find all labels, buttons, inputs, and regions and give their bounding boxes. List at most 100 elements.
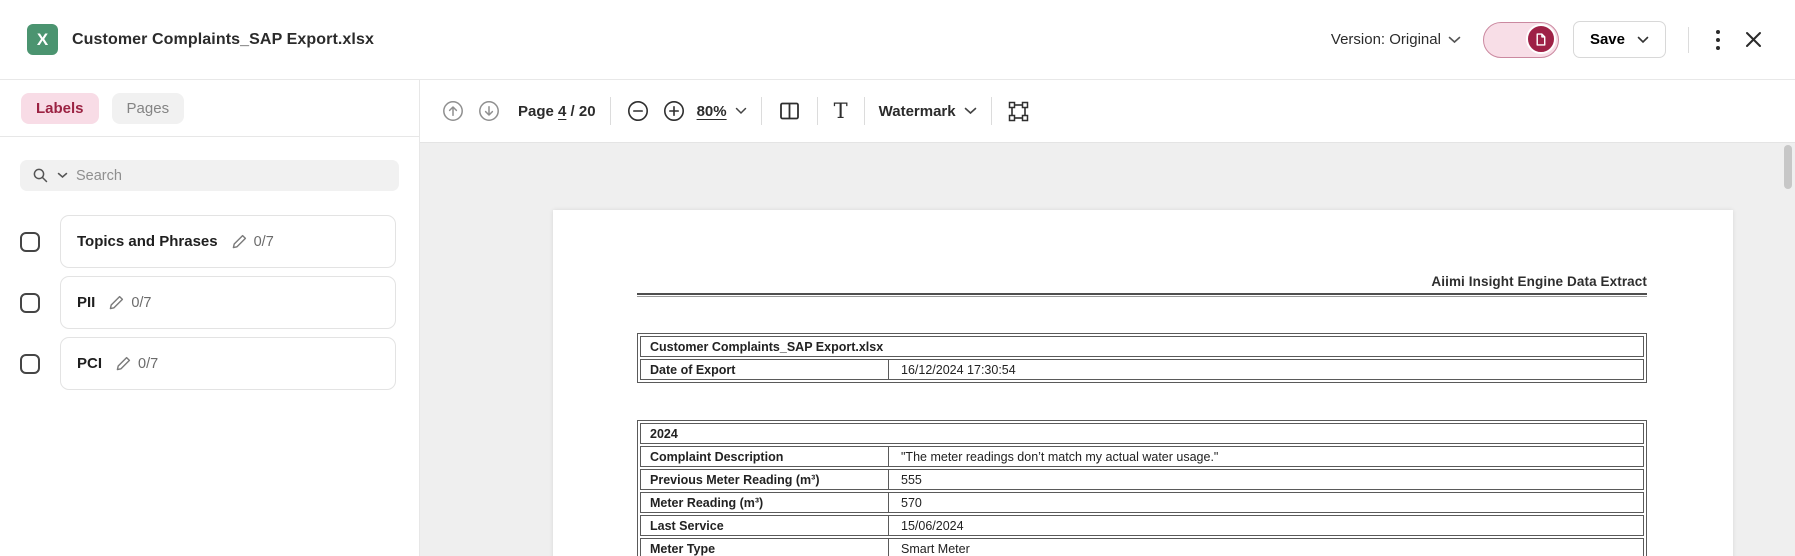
row-value: "The meter readings don’t match my actua… <box>889 447 1643 466</box>
export-info-table: Customer Complaints_SAP Export.xlsx Date… <box>637 333 1647 383</box>
toolbar-divider <box>761 97 762 125</box>
search-filter-chevron-icon[interactable] <box>57 172 68 179</box>
complaint-2024-table: 2024 Complaint Description "The meter re… <box>637 420 1647 556</box>
file-name: Customer Complaints_SAP Export.xlsx <box>72 31 374 49</box>
redaction-preview-toggle[interactable] <box>1483 22 1559 58</box>
tab-labels[interactable]: Labels <box>21 93 99 124</box>
label-row-topics-and-phrases: Topics and Phrases 0/7 <box>0 215 419 268</box>
checkbox-pci[interactable] <box>20 354 40 374</box>
close-button[interactable] <box>1739 25 1768 54</box>
label-card-pci[interactable]: PCI 0/7 <box>60 337 396 390</box>
table-row: Meter Reading (m³) 570 <box>640 492 1644 513</box>
table-title: 2024 <box>641 424 687 443</box>
row-value: 555 <box>889 470 1643 489</box>
row-value: Smart Meter <box>889 539 1643 556</box>
page-total: 20 <box>579 103 596 120</box>
table-row: Previous Meter Reading (m³) 555 <box>640 469 1644 490</box>
row-value: 15/06/2024 <box>889 516 1643 535</box>
row-label: Meter Type <box>641 539 889 556</box>
document-icon <box>1533 32 1548 47</box>
pen-icon <box>231 233 248 250</box>
two-page-layout-button[interactable] <box>776 98 803 124</box>
version-label: Version: Original <box>1331 31 1441 48</box>
row-label: Date of Export <box>641 360 889 379</box>
row-value: 570 <box>889 493 1643 512</box>
label-row-pii: PII 0/7 <box>0 276 419 329</box>
checkbox-pii[interactable] <box>20 293 40 313</box>
watermark-label: Watermark <box>879 103 956 120</box>
excel-file-icon: X <box>27 24 58 55</box>
plus-circle-icon <box>663 100 685 122</box>
watermark-dropdown[interactable]: Watermark <box>879 103 977 120</box>
sidebar-tabs: Labels Pages <box>0 80 419 137</box>
document-page: Aiimi Insight Engine Data Extract Custom… <box>553 210 1733 556</box>
search-input[interactable] <box>76 168 387 184</box>
row-label: Last Service <box>641 516 889 535</box>
zoom-in-button[interactable] <box>661 98 687 124</box>
text-tool-button[interactable]: T <box>832 99 850 124</box>
row-label: Previous Meter Reading (m³) <box>641 470 889 489</box>
label-count: 0/7 <box>131 295 151 311</box>
document-header-text: Aiimi Insight Engine Data Extract <box>637 274 1647 289</box>
table-title: Customer Complaints_SAP Export.xlsx <box>641 337 892 356</box>
label-count: 0/7 <box>138 356 158 372</box>
minus-circle-icon <box>627 100 649 122</box>
next-page-button[interactable] <box>476 98 502 124</box>
redaction-area-button[interactable] <box>1006 99 1031 124</box>
table-row: Complaint Description "The meter reading… <box>640 446 1644 467</box>
columns-icon <box>778 100 801 122</box>
more-options-button[interactable] <box>1709 23 1727 57</box>
label-card-pii[interactable]: PII 0/7 <box>60 276 396 329</box>
label-list: Topics and Phrases 0/7 PII <box>0 215 419 390</box>
save-label: Save <box>1590 31 1625 48</box>
vertical-scrollbar-thumb[interactable] <box>1784 145 1792 189</box>
zoom-level-value[interactable]: 80% <box>697 103 727 120</box>
previous-page-button[interactable] <box>440 98 466 124</box>
search-box[interactable] <box>20 160 399 191</box>
table-title-row: 2024 <box>640 423 1644 444</box>
page-separator: / <box>571 103 575 120</box>
row-label: Complaint Description <box>641 447 889 466</box>
viewer-toolbar: Page 4 / 20 80% <box>420 80 1795 143</box>
table-row: Date of Export 16/12/2024 17:30:54 <box>640 359 1644 380</box>
page-label: Page <box>518 103 554 120</box>
labels-sidebar: Labels Pages Topics and Phrases <box>0 80 420 556</box>
label-card-topics-and-phrases[interactable]: Topics and Phrases 0/7 <box>60 215 396 268</box>
save-button[interactable]: Save <box>1573 21 1666 58</box>
chevron-down-icon[interactable] <box>735 107 747 115</box>
toolbar-divider <box>610 97 611 125</box>
toolbar-divider <box>991 97 992 125</box>
chevron-down-icon <box>1448 36 1461 44</box>
label-name: Topics and Phrases <box>77 233 218 250</box>
search-icon <box>32 167 49 184</box>
page-indicator: Page 4 / 20 <box>518 103 596 120</box>
label-row-pci: PCI 0/7 <box>0 337 419 390</box>
pen-icon <box>115 355 132 372</box>
arrow-up-circle-icon <box>442 100 464 122</box>
table-title-row: Customer Complaints_SAP Export.xlsx <box>640 336 1644 357</box>
chevron-down-icon <box>1637 36 1649 44</box>
document-viewer: Aiimi Insight Engine Data Extract Custom… <box>420 143 1795 556</box>
marquee-selection-icon <box>1008 101 1029 122</box>
toolbar-divider <box>864 97 865 125</box>
row-label: Meter Reading (m³) <box>641 493 889 512</box>
label-count: 0/7 <box>254 234 274 250</box>
document-toggle-knob <box>1526 24 1556 54</box>
header-divider <box>1688 27 1689 53</box>
arrow-down-circle-icon <box>478 100 500 122</box>
label-name: PCI <box>77 355 102 372</box>
chevron-down-icon <box>964 107 977 115</box>
text-tool-icon: T <box>834 101 848 122</box>
table-row: Last Service 15/06/2024 <box>640 515 1644 536</box>
page-number-input[interactable]: 4 <box>558 103 566 120</box>
row-value: 16/12/2024 17:30:54 <box>889 360 1643 379</box>
app-header: X Customer Complaints_SAP Export.xlsx Ve… <box>0 0 1795 80</box>
toolbar-divider <box>817 97 818 125</box>
tab-pages[interactable]: Pages <box>112 93 185 124</box>
zoom-out-button[interactable] <box>625 98 651 124</box>
document-header-rule <box>637 293 1647 297</box>
label-name: PII <box>77 294 95 311</box>
version-dropdown[interactable]: Version: Original <box>1331 31 1461 48</box>
pen-icon <box>108 294 125 311</box>
checkbox-topics-and-phrases[interactable] <box>20 232 40 252</box>
